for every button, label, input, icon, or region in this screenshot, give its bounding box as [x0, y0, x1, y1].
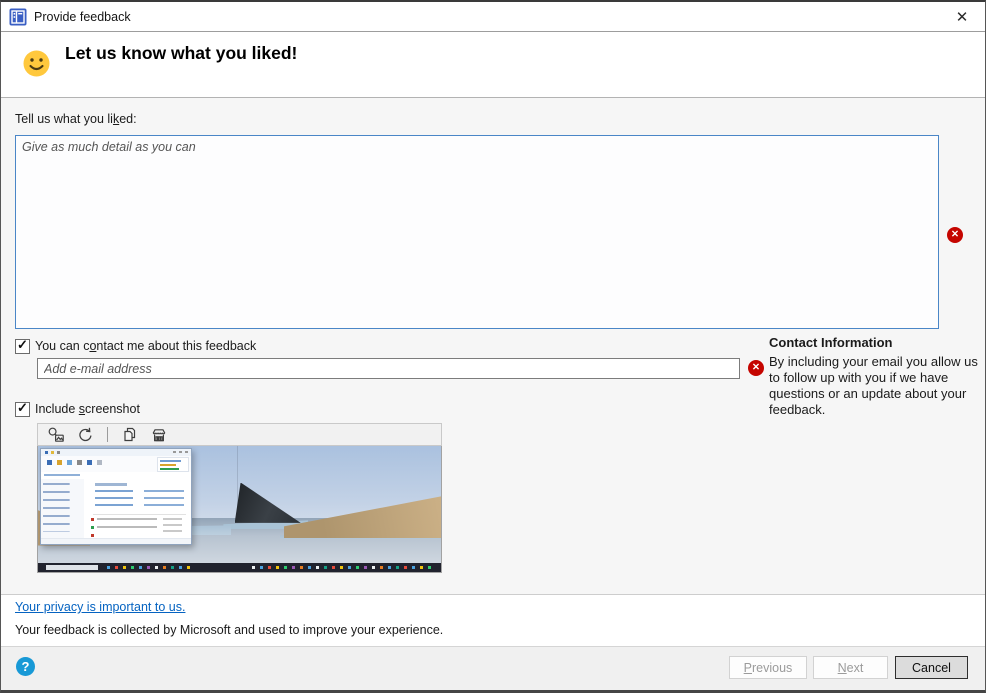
cancel-button[interactable]: Cancel — [895, 656, 968, 679]
recapture-screenshot-icon — [47, 426, 65, 444]
happy-face-icon — [23, 50, 50, 77]
refresh-icon — [76, 426, 94, 444]
preview-window-navpane — [41, 479, 85, 539]
preview-taskbar-icons — [107, 566, 110, 569]
contact-checkbox-label: You can contact me about this feedback — [35, 339, 256, 353]
check-icon: ✓ — [17, 337, 28, 353]
copy-screenshot-button[interactable] — [120, 426, 140, 444]
provide-feedback-dialog: Provide feedback ✕ Let us know what you … — [0, 0, 986, 693]
recapture-screenshot-button[interactable] — [46, 426, 66, 444]
page-title: Let us know what you liked! — [65, 43, 297, 64]
dialog-footer: ? Previous Next Cancel — [1, 646, 985, 692]
preview-window-ribbon — [41, 456, 191, 473]
screenshot-toolbar — [37, 423, 442, 446]
contact-checkbox[interactable]: ✓ — [15, 339, 30, 354]
email-error-icon: ✕ — [748, 360, 764, 376]
contact-information-body: By including your email you allow us to … — [769, 354, 981, 418]
detail-textarea[interactable] — [15, 135, 939, 329]
screenshot-preview — [37, 446, 442, 573]
next-button[interactable]: Next — [813, 656, 888, 679]
privacy-link[interactable]: Your privacy is important to us. — [15, 600, 185, 614]
copy-icon — [121, 426, 139, 444]
title-bar[interactable]: Provide feedback ✕ — [1, 2, 985, 32]
toolbar-separator — [107, 427, 108, 442]
blur-screenshot-button[interactable] — [149, 426, 169, 444]
preview-taskbar — [38, 563, 441, 572]
preview-taskbar-search — [46, 565, 98, 570]
previous-button[interactable]: Previous — [729, 656, 807, 679]
dialog-header: Let us know what you liked! — [1, 32, 985, 98]
preview-taskbar-icons — [252, 566, 255, 569]
help-icon[interactable]: ? — [16, 657, 35, 676]
detail-label: Tell us what you liked: — [15, 112, 137, 126]
screenshot-checkbox[interactable]: ✓ — [15, 402, 30, 417]
building-icon — [150, 426, 168, 444]
preview-window-main — [84, 479, 190, 539]
feedback-app-icon — [9, 8, 27, 26]
window-title: Provide feedback — [34, 10, 131, 24]
contact-information-heading: Contact Information — [769, 335, 981, 351]
screenshot-checkbox-label: Include screenshot — [35, 402, 140, 416]
preview-explorer-window — [40, 448, 192, 545]
privacy-statement: Your feedback is collected by Microsoft … — [15, 623, 443, 637]
divider — [1, 594, 985, 595]
preview-window-statusbar — [41, 538, 191, 544]
email-field[interactable] — [37, 358, 740, 379]
contact-information-block: Contact Information By including your em… — [769, 335, 981, 418]
close-button[interactable]: ✕ — [939, 2, 985, 31]
check-icon: ✓ — [17, 400, 28, 416]
refresh-screenshot-button[interactable] — [75, 426, 95, 444]
detail-error-icon: ✕ — [947, 227, 963, 243]
